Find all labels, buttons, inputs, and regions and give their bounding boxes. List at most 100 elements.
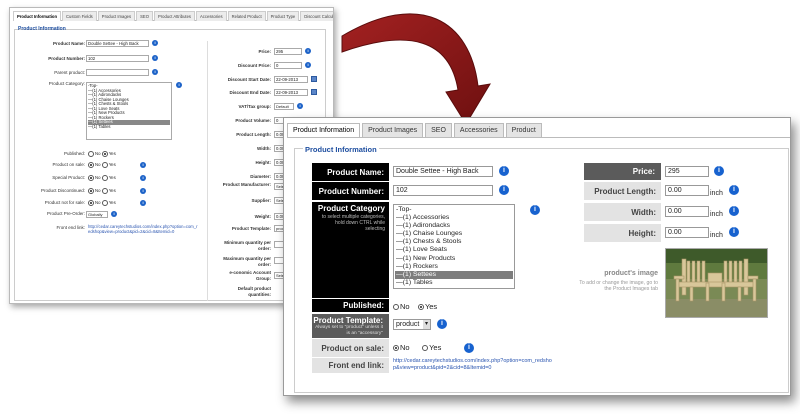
chevron-down-icon[interactable]: ▾ bbox=[423, 320, 430, 329]
back-parent-product-input[interactable] bbox=[86, 69, 149, 76]
help-icon[interactable]: i bbox=[530, 205, 540, 215]
help-icon[interactable]: i bbox=[437, 319, 447, 329]
back-discontinued-label: Product Discontinued: bbox=[40, 188, 85, 193]
front-end-link[interactable]: http://cedar.careytechstudios.com/index.… bbox=[393, 358, 553, 371]
help-icon[interactable]: i bbox=[729, 206, 739, 216]
back-help-icon[interactable]: i bbox=[297, 103, 303, 109]
category-option[interactable]: —(1) New Products bbox=[395, 255, 513, 263]
product-number-input[interactable]: 102 bbox=[393, 185, 493, 196]
tab-accessories[interactable]: Accessories bbox=[453, 123, 504, 138]
product-name-label: Product Name: bbox=[312, 163, 389, 181]
width-input[interactable]: 0.00 bbox=[665, 206, 709, 217]
back-preorder-select[interactable]: Globally bbox=[86, 211, 108, 218]
back-tab-related-product[interactable]: Related Product bbox=[227, 11, 266, 21]
help-icon[interactable]: i bbox=[499, 166, 509, 176]
help-icon[interactable]: i bbox=[714, 166, 724, 176]
category-option[interactable]: —(1) Chaise Lounges bbox=[395, 230, 513, 238]
back-help-icon[interactable]: i bbox=[152, 69, 158, 75]
help-icon[interactable]: i bbox=[464, 343, 474, 353]
back-help-icon[interactable]: i bbox=[176, 82, 182, 88]
category-option[interactable]: —(1) Rockers bbox=[395, 263, 513, 271]
tab-product-images[interactable]: Product Images bbox=[362, 123, 424, 138]
back-on-sale-radios[interactable]: No Yes bbox=[88, 162, 116, 168]
price-input[interactable]: 295 bbox=[665, 166, 709, 177]
back-help-icon[interactable]: i bbox=[152, 55, 158, 61]
back-tab-product-images[interactable]: Product Images bbox=[97, 11, 136, 21]
back-product-name-label: Product Name: bbox=[52, 41, 85, 46]
back-width-label: Width: bbox=[257, 146, 271, 151]
back-price-input[interactable]: 295 bbox=[274, 48, 302, 55]
back-help-icon[interactable]: i bbox=[140, 162, 146, 168]
product-number-label: Product Number: bbox=[312, 182, 389, 200]
back-min-qty-label: Minimum quantity per order: bbox=[224, 240, 271, 251]
back-length-label: Product Length: bbox=[236, 132, 271, 137]
back-manufacturer-label: Product Manufacturer: bbox=[222, 182, 271, 187]
back-help-icon[interactable]: i bbox=[111, 211, 117, 217]
back-front-end-link[interactable]: http://cedar.careytechstudios.com/index.… bbox=[88, 224, 198, 234]
height-label: Height: bbox=[584, 224, 661, 242]
category-option[interactable]: —(1) Love Seats bbox=[395, 246, 513, 254]
back-product-name-input[interactable]: Double Settee - High Back bbox=[86, 40, 149, 47]
category-option[interactable]: —(1) Tables bbox=[395, 279, 513, 287]
back-help-icon[interactable]: i bbox=[140, 200, 146, 206]
back-discount-start-label: Discount Start Date: bbox=[227, 77, 271, 82]
calendar-icon[interactable] bbox=[311, 76, 317, 82]
back-tab-accessories[interactable]: Accessories bbox=[196, 11, 227, 21]
back-tab-discount-calculator[interactable]: Discount Calculator bbox=[300, 11, 333, 21]
width-label: Width: bbox=[584, 203, 661, 221]
back-help-icon[interactable]: i bbox=[140, 175, 146, 181]
height-input[interactable]: 0.00 bbox=[665, 227, 709, 238]
category-list[interactable]: -Top- —(1) Accessories —(1) Adirondacks … bbox=[393, 204, 515, 289]
back-tab-custom-fields[interactable]: Custom Fields bbox=[62, 11, 97, 21]
published-no-radio[interactable] bbox=[393, 304, 399, 311]
back-published-radios[interactable]: No Yes bbox=[88, 151, 116, 157]
back-product-number-input[interactable]: 102 bbox=[86, 55, 149, 62]
back-tab-product-type[interactable]: Product Type bbox=[266, 11, 300, 21]
back-help-icon[interactable]: i bbox=[305, 48, 311, 54]
tab-product[interactable]: Product bbox=[505, 123, 542, 138]
published-radio-group[interactable]: No Yes bbox=[393, 302, 437, 311]
back-discount-price-input[interactable]: 0 bbox=[274, 62, 302, 69]
help-icon[interactable]: i bbox=[499, 185, 509, 195]
tab-product-information[interactable]: Product Information bbox=[287, 123, 361, 138]
height-unit: inch bbox=[710, 232, 723, 239]
product-name-input[interactable]: Double Settee - High Back bbox=[393, 166, 493, 177]
published-yes-radio[interactable] bbox=[417, 304, 424, 311]
category-option[interactable]: —(1) Chests & Stools bbox=[395, 238, 513, 246]
back-help-icon[interactable]: i bbox=[140, 188, 146, 194]
category-option[interactable]: —(1) Adirondacks bbox=[395, 222, 513, 230]
back-category-option[interactable]: —(1) Tables bbox=[88, 124, 170, 130]
help-icon[interactable]: i bbox=[729, 185, 739, 195]
back-discount-end-input[interactable]: 22-09-2013 bbox=[274, 89, 308, 96]
product-template-hint: Always set to "product" unless it is an … bbox=[315, 325, 383, 336]
front-tab-bar: Product Information Product Images SEO A… bbox=[287, 123, 544, 138]
tab-seo[interactable]: SEO bbox=[425, 123, 452, 138]
back-tab-seo[interactable]: SEO bbox=[136, 11, 153, 21]
category-option[interactable]: —(1) Accessories bbox=[395, 214, 513, 222]
back-height-label: Height: bbox=[255, 160, 272, 165]
back-discount-start-input[interactable]: 22-09-2013 bbox=[274, 76, 308, 83]
back-tab-product-attributes[interactable]: Product Attributes bbox=[153, 11, 196, 21]
category-option-selected[interactable]: —(1) Settees bbox=[395, 270, 513, 279]
on-sale-yes-radio[interactable] bbox=[422, 345, 429, 352]
back-discount-price-label: Discount Price: bbox=[237, 63, 271, 68]
product-image-hint: To add or change the image, go to the Pr… bbox=[579, 280, 658, 292]
product-length-input[interactable]: 0.00 bbox=[665, 185, 709, 196]
back-vat-select[interactable]: Default bbox=[274, 103, 294, 110]
on-sale-radio-group[interactable]: No Yes bbox=[393, 343, 441, 352]
calendar-icon[interactable] bbox=[311, 89, 317, 95]
back-special-product-radios[interactable]: No Yes bbox=[88, 175, 116, 181]
back-help-icon[interactable]: i bbox=[305, 62, 311, 68]
back-discontinued-radios[interactable]: No Yes bbox=[88, 188, 116, 194]
on-sale-no-radio[interactable] bbox=[393, 345, 399, 352]
back-tab-product-information[interactable]: Product Information bbox=[13, 11, 62, 21]
category-option[interactable]: -Top- bbox=[395, 206, 513, 214]
product-image[interactable] bbox=[665, 248, 768, 318]
back-help-icon[interactable]: i bbox=[152, 40, 158, 46]
back-economic-label: e-conomic Account Group: bbox=[229, 270, 271, 281]
help-icon[interactable]: i bbox=[729, 227, 739, 237]
back-special-product-label: Special Product: bbox=[52, 175, 85, 180]
back-not-for-sale-radios[interactable]: No Yes bbox=[88, 200, 116, 206]
back-category-list[interactable]: -Top- —(1) Accessories —(1) Adirondacks … bbox=[86, 82, 172, 140]
back-template-label: Product Template: bbox=[231, 226, 271, 231]
